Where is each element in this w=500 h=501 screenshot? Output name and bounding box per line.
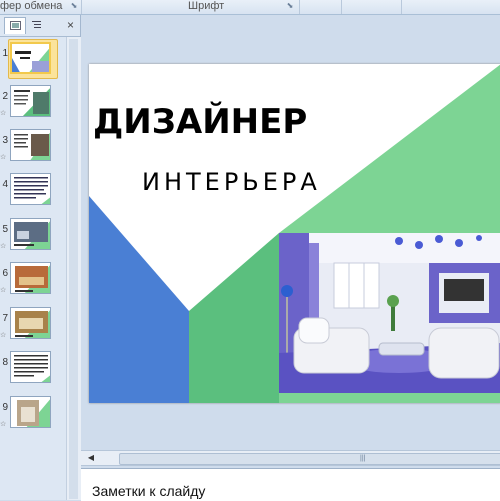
clipboard-launcher-icon[interactable]: ⬊ <box>70 2 78 10</box>
slide-preview <box>10 396 51 428</box>
slide-preview <box>10 85 51 117</box>
animation-star-icon: ☆ <box>0 110 7 117</box>
clipboard-group-label: фер обмена <box>0 0 63 12</box>
animation-star-icon: ☆ <box>0 154 7 161</box>
clipboard-group: фер обмена ⬊ <box>0 0 82 14</box>
slide-thumbnail-1[interactable]: 1 <box>0 39 66 80</box>
font-group-label: Шрифт <box>188 0 225 12</box>
drawing-group <box>342 0 402 14</box>
slide-subtitle[interactable]: ИНТЕРЬЕРА <box>142 168 321 196</box>
close-pane-icon[interactable]: × <box>67 18 74 32</box>
font-launcher-icon[interactable]: ⬊ <box>286 2 294 10</box>
slide-thumbnail-3[interactable]: 3 ☆ <box>0 129 66 167</box>
slide-thumbnail-7[interactable]: 7 ☆ <box>0 307 66 345</box>
slide-title[interactable]: ДИЗАЙНЕР <box>93 102 307 142</box>
slide-number: 8 <box>2 357 8 368</box>
slide-preview <box>10 307 51 339</box>
animation-star-icon: ☆ <box>0 421 7 428</box>
slide-preview <box>10 262 51 294</box>
animation-star-icon: ☆ <box>0 287 7 294</box>
animation-star-icon: ☆ <box>0 332 7 339</box>
slide-preview <box>10 173 51 205</box>
slide-preview <box>10 129 51 161</box>
slide-thumbnail-2[interactable]: 2 ☆ <box>0 85 66 123</box>
pane-scrollbar[interactable] <box>66 37 81 500</box>
slide-preview <box>10 218 51 250</box>
slide-number: 3 <box>2 135 8 146</box>
notes-pane[interactable]: Заметки к слайду <box>81 468 500 501</box>
pane-scrollbar-track <box>69 39 78 499</box>
slide-number: 5 <box>2 224 8 235</box>
font-group: Шрифт ⬊ <box>90 0 300 14</box>
outline-tab-icon <box>32 21 41 28</box>
interior-photo <box>279 233 500 393</box>
slide-number: 4 <box>2 179 8 190</box>
slide-thumbnail-5[interactable]: 5 ☆ <box>0 218 66 256</box>
slides-tab-icon <box>10 21 21 30</box>
ribbon: фер обмена ⬊ Шрифт ⬊ <box>0 0 500 15</box>
slide-thumbnail-4[interactable]: 4 <box>0 173 66 211</box>
scrollbar-thumb[interactable]: ||| <box>119 453 500 465</box>
scrollbar-grip-icon: ||| <box>360 455 366 462</box>
slide-preview <box>10 351 51 383</box>
slide-number: 2 <box>2 91 8 102</box>
scroll-left-icon[interactable]: ◀ <box>85 452 97 464</box>
slide-preview <box>10 42 51 74</box>
thumbnail-list: 1 2 ☆ 3 ☆ 4 5 ☆ 6 ☆ 7 ☆ 8 9 ☆ <box>0 37 66 500</box>
slide-number: 6 <box>2 268 8 279</box>
slide-number: 7 <box>2 313 8 324</box>
slide-thumbnail-6[interactable]: 6 ☆ <box>0 262 66 300</box>
notes-placeholder: Заметки к слайду <box>92 483 206 499</box>
slides-pane: × 1 2 ☆ 3 ☆ 4 5 ☆ 6 ☆ 7 ☆ 8 9 ☆ <box>0 15 81 500</box>
tab-outline[interactable] <box>26 17 46 34</box>
paragraph-group <box>300 0 342 14</box>
slide-editor: ДИЗАЙНЕР ИНТЕРЬЕРА ◀ ||| Заметки к слайд… <box>81 15 500 501</box>
slide-thumbnail-9[interactable]: 9 ☆ <box>0 396 66 434</box>
slide-thumbnail-8[interactable]: 8 <box>0 351 66 389</box>
slide-number: 1 <box>2 48 8 59</box>
slide-number: 9 <box>2 402 8 413</box>
horizontal-scrollbar[interactable]: ◀ ||| <box>81 450 500 466</box>
animation-star-icon: ☆ <box>0 243 7 250</box>
current-slide[interactable]: ДИЗАЙНЕР ИНТЕРЬЕРА <box>89 64 500 403</box>
pane-tabs: × <box>0 15 80 37</box>
tab-slides[interactable] <box>4 17 26 34</box>
